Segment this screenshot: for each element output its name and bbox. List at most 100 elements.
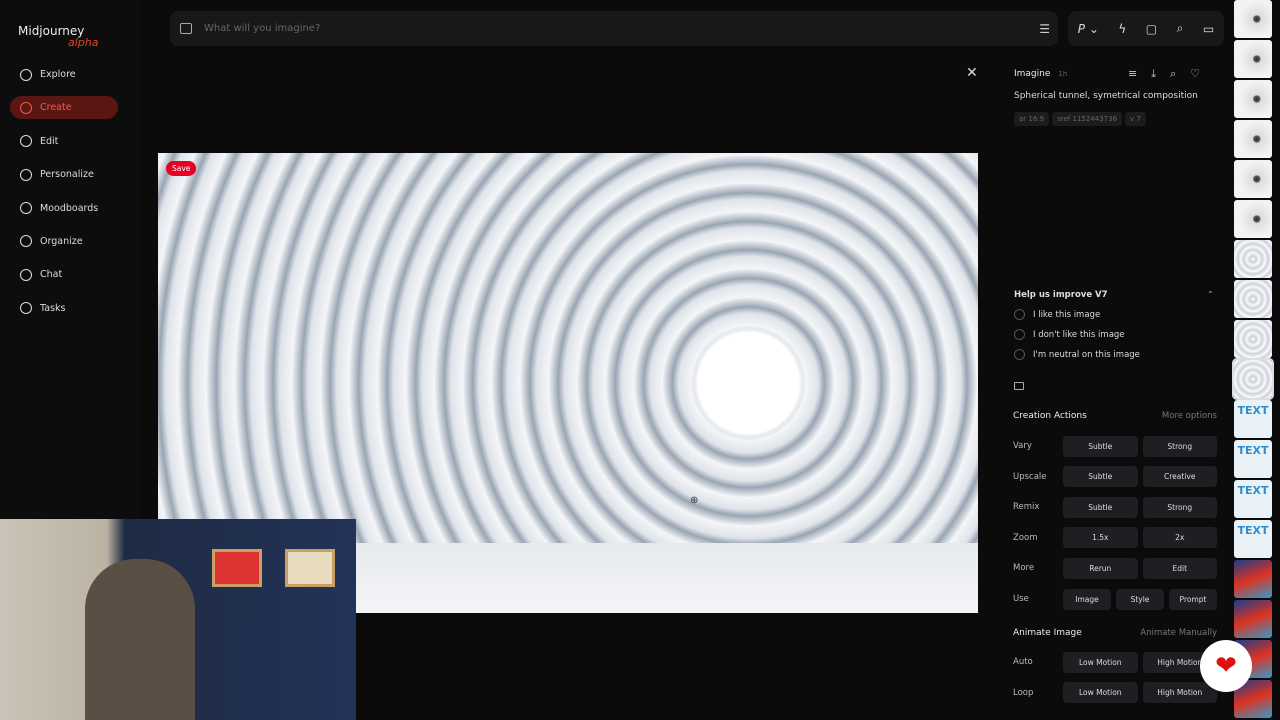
history-thumbnail[interactable] [1234,200,1272,238]
action-row-remix: Remix Subtle Strong [1013,496,1217,518]
option-label: I don't like this image [1033,329,1125,340]
use-image-button[interactable]: Image [1063,588,1111,610]
search-input[interactable]: What will you imagine? [204,23,320,34]
sidebar-item-label: Tasks [40,302,66,314]
sidebar-item-label: Chat [40,269,63,281]
loop-high-motion-button[interactable]: High Motion [1142,682,1217,704]
lightning-icon[interactable]: ϟ [1118,22,1126,36]
prompt-text[interactable]: Spherical tunnel, symetrical composition [1014,91,1198,101]
use-style-button[interactable]: Style [1116,588,1164,610]
radio-icon [1014,349,1025,360]
action-row-zoom: Zoom 1.5x 2x [1013,527,1217,549]
logo-alpha: alpha [68,36,99,49]
remix-subtle-button[interactable]: Subtle [1063,496,1138,518]
history-thumbnail[interactable] [1234,80,1272,118]
row-label: Zoom [1013,532,1038,543]
chevron-up-icon[interactable]: ⌃ [1207,290,1214,300]
sidebar-item-label: Edit [40,135,59,147]
row-label: Vary [1013,441,1032,451]
history-thumbnail[interactable] [1234,280,1272,318]
history-thumbnail[interactable]: TEXT [1234,440,1272,478]
upscale-creative-button[interactable]: Creative [1142,466,1217,488]
history-thumbnail[interactable]: TEXT [1234,480,1272,518]
tag-version[interactable]: v 7 [1125,112,1146,126]
sidebar-item-organize[interactable]: Organize [10,230,118,253]
presenter [85,559,195,720]
action-row-loop: Loop Low Motion High Motion [1013,682,1217,704]
history-thumbnail[interactable] [1234,0,1272,38]
more-options-link[interactable]: More options [1162,411,1217,421]
remix-strong-button[interactable]: Strong [1142,496,1217,518]
channel-badge-icon: ❤ [1200,640,1252,692]
close-icon[interactable]: ✕ [966,65,978,81]
heart-icon[interactable]: ♡ [1190,67,1200,81]
search-bar[interactable]: What will you imagine? ☰ [170,11,1058,46]
job-type-label: Imagine [1014,69,1051,79]
organize-icon [20,235,32,248]
search-similar-icon[interactable]: ⌕ [1170,67,1176,81]
vary-strong-button[interactable]: Strong [1142,435,1217,457]
sidebar-item-create[interactable]: Create [10,96,118,120]
section-title: Animate Image [1013,628,1082,638]
button-group: Low Motion High Motion [1063,682,1217,704]
history-thumbnail[interactable] [1234,600,1272,638]
sidebar-item-explore[interactable]: Explore [10,63,118,86]
feedback-neutral[interactable]: I'm neutral on this image [1014,349,1214,360]
prompt-icon [180,23,192,34]
button-group: Subtle Strong [1063,435,1217,457]
tag-aspect[interactable]: ar 16:9 [1014,112,1050,126]
feedback-dislike[interactable]: I don't like this image [1014,329,1214,340]
vary-subtle-button[interactable]: Subtle [1063,435,1138,457]
zoom-1-5x-button[interactable]: 1.5x [1063,527,1138,549]
download-icon[interactable]: ⤓ [1151,67,1156,81]
search-icon[interactable]: ⌕ [1177,21,1184,36]
sidebar-item-moodboards[interactable]: Moodboards [10,197,118,220]
moodboards-icon [20,202,32,215]
option-label: I like this image [1033,309,1101,320]
history-thumbnail[interactable] [1234,160,1272,198]
explore-icon [20,68,32,81]
auto-low-motion-button[interactable]: Low Motion [1063,651,1138,673]
feedback-like[interactable]: I like this image [1014,309,1214,320]
more-edit-button[interactable]: Edit [1142,557,1217,579]
more-rerun-button[interactable]: Rerun [1063,557,1138,579]
param-tags: ar 16:9 sref 1152443736 v 7 [1014,112,1146,126]
logo[interactable]: Midjourney alpha [18,24,99,49]
history-thumbnail[interactable]: TEXT [1234,520,1272,558]
use-prompt-button[interactable]: Prompt [1169,588,1217,610]
creation-actions-header: Creation Actions More options [1013,411,1217,421]
history-thumbnail[interactable] [1234,320,1272,358]
section-title: Creation Actions [1013,411,1087,421]
history-thumbnail[interactable] [1234,560,1272,598]
feedback-title: Help us improve V7 [1014,290,1108,300]
action-row-auto: Auto Low Motion High Motion [1013,651,1217,673]
sidebar-item-tasks[interactable]: Tasks [10,297,118,320]
upscale-subtle-button[interactable]: Subtle [1063,466,1138,488]
menu-icon[interactable]: ≡ [1128,67,1137,81]
loop-low-motion-button[interactable]: Low Motion [1063,682,1138,704]
history-thumbnail[interactable] [1234,240,1272,278]
pinterest-save-button[interactable]: Save [166,161,197,176]
radio-icon [1014,329,1025,340]
sidebar-item-personalize[interactable]: Personalize [10,163,118,186]
history-thumbnail[interactable] [1234,120,1272,158]
top-toolbar: P ⌄ ϟ ▢ ⌕ ▭ [1068,11,1224,46]
profile-selector[interactable]: P ⌄ [1078,22,1099,36]
row-label: Loop [1013,687,1034,698]
folder-icon[interactable] [1014,382,1024,390]
feedback-section: Help us improve V7 ⌃ I like this image I… [1014,290,1214,360]
settings-sliders-icon[interactable]: ☰ [1039,22,1050,36]
history-thumbnail[interactable] [1234,40,1272,78]
zoom-2x-button[interactable]: 2x [1142,527,1217,549]
sidebar-item-edit[interactable]: Edit [10,130,118,153]
radio-icon [1014,309,1025,320]
history-thumbnail[interactable] [1232,358,1274,400]
history-thumbnail[interactable]: TEXT [1234,400,1272,438]
animate-manually-link[interactable]: Animate Manually [1140,628,1217,638]
tag-sref[interactable]: sref 1152443736 [1052,112,1123,126]
profile-label: P [1077,21,1085,36]
row-label: Upscale [1013,471,1047,482]
sidebar-item-chat[interactable]: Chat [10,263,118,286]
chat-icon[interactable]: ▢ [1146,22,1157,36]
folder-icon[interactable]: ▭ [1203,22,1214,36]
